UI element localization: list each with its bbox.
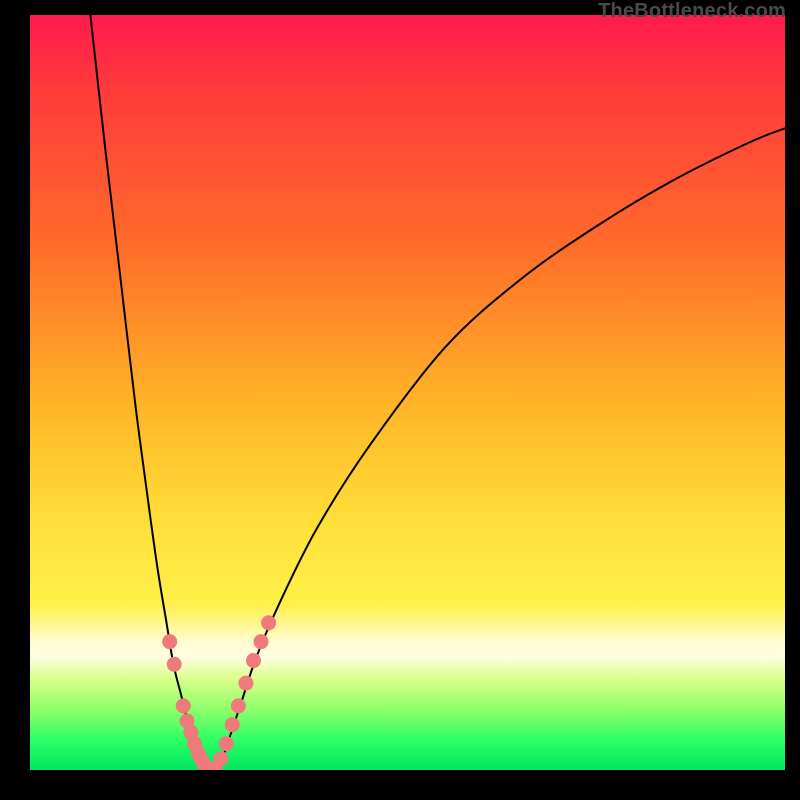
bead-point (162, 634, 177, 649)
chart-frame: TheBottleneck.com (0, 0, 800, 800)
bead-point (214, 751, 229, 766)
curve-right-branch (219, 128, 785, 770)
bead-point (261, 615, 276, 630)
bead-point (219, 736, 234, 751)
curves-svg (30, 15, 785, 770)
bead-point (254, 634, 269, 649)
bead-point (225, 717, 240, 732)
plot-area (30, 15, 785, 770)
bead-point (246, 653, 261, 668)
curve-left-branch (90, 15, 207, 770)
bead-point (238, 676, 253, 691)
watermark-text: TheBottleneck.com (598, 0, 786, 23)
bead-point (167, 657, 182, 672)
bead-point (176, 698, 191, 713)
bead-point (231, 698, 246, 713)
